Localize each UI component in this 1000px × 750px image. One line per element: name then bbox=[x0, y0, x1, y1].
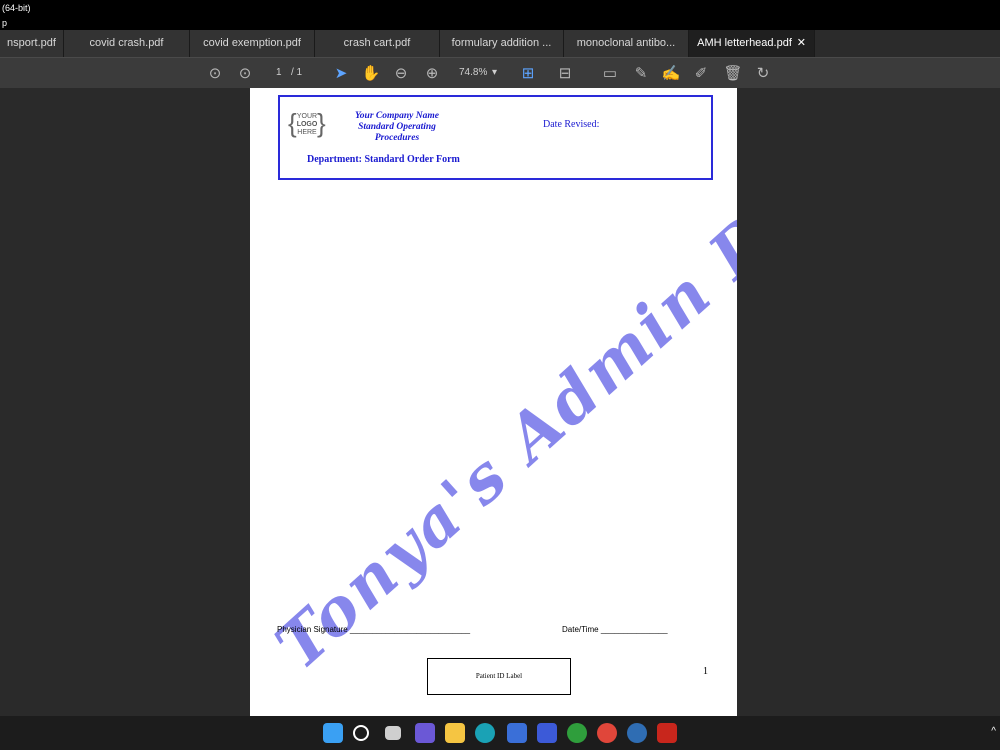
start-icon[interactable] bbox=[323, 723, 343, 743]
tab-label: formulary addition ... bbox=[451, 37, 552, 49]
search-icon[interactable] bbox=[353, 725, 369, 741]
edge-icon[interactable] bbox=[475, 723, 495, 743]
next-page-icon[interactable]: ⊙ bbox=[235, 64, 255, 84]
company-line: Your Company Name bbox=[355, 111, 439, 121]
rotate-icon[interactable]: ↻ bbox=[753, 64, 773, 84]
delete-icon[interactable]: 🗑 bbox=[723, 64, 743, 84]
logo-text: YOUR bbox=[296, 113, 318, 120]
store-icon[interactable] bbox=[507, 723, 527, 743]
company-line: Standard Operating bbox=[358, 122, 436, 132]
watermark: Tonya's Admin Designs bbox=[261, 88, 737, 685]
zoom-out-icon[interactable]: ⊖ bbox=[391, 64, 411, 84]
tab-covid-crash[interactable]: covid crash.pdf bbox=[64, 30, 190, 57]
wordpress-icon[interactable] bbox=[627, 723, 647, 743]
tab-label: monoclonal antibo... bbox=[576, 37, 676, 49]
read-mode-icon[interactable]: ⊟ bbox=[555, 64, 575, 84]
select-arrow-icon[interactable]: ➤ bbox=[331, 64, 351, 84]
close-tab-icon[interactable]: ✕ bbox=[797, 30, 806, 56]
brace-right-icon: } bbox=[317, 108, 326, 138]
highlight-icon[interactable]: ✎ bbox=[631, 64, 651, 84]
tab-monoclonal[interactable]: monoclonal antibo... bbox=[564, 30, 689, 57]
date-revised: Date Revised: bbox=[543, 119, 600, 130]
tab-label: covid exemption.pdf bbox=[203, 37, 301, 49]
date-time-line: Date/Time _______________ bbox=[562, 625, 668, 634]
company-name: Your Company Name Standard Operating Pro… bbox=[342, 111, 452, 144]
tab-label: nsport.pdf bbox=[7, 37, 56, 49]
department-title: Department: Standard Order Form bbox=[307, 154, 460, 165]
letterhead-box: { YOUR LOGO HERE } Your Company Name Sta… bbox=[278, 95, 713, 180]
company-line: Procedures bbox=[374, 133, 420, 143]
chrome-icon[interactable] bbox=[597, 723, 617, 743]
pdf-page: { YOUR LOGO HERE } Your Company Name Sta… bbox=[250, 88, 737, 716]
sign-icon[interactable]: ✍ bbox=[661, 64, 681, 84]
fit-page-icon[interactable]: ⊞ bbox=[518, 64, 538, 84]
acrobat-icon[interactable] bbox=[657, 723, 677, 743]
menu-bar: p bbox=[0, 16, 1000, 30]
physician-signature-line: Physician Signature ____________________… bbox=[277, 625, 471, 634]
chat-icon[interactable] bbox=[415, 723, 435, 743]
edit-icon[interactable]: ✐ bbox=[691, 64, 711, 84]
zoom-level-select[interactable]: 74.8% bbox=[459, 66, 487, 80]
window-title: (64-bit) bbox=[2, 3, 31, 13]
document-viewer[interactable]: { YOUR LOGO HERE } Your Company Name Sta… bbox=[0, 88, 1000, 716]
logo-text: HERE bbox=[297, 129, 317, 136]
file-explorer-icon[interactable] bbox=[445, 723, 465, 743]
page-current-input[interactable]: 1 bbox=[276, 66, 282, 80]
comment-icon[interactable]: ▭ bbox=[600, 64, 620, 84]
tab-label: AMH letterhead.pdf bbox=[697, 37, 792, 49]
window-title-bar: (64-bit) bbox=[0, 0, 1000, 16]
menu-fragment: p bbox=[2, 18, 8, 28]
xbox-icon[interactable] bbox=[567, 723, 587, 743]
chevron-down-icon[interactable]: ▾ bbox=[492, 66, 497, 80]
hand-tool-icon[interactable]: ✋ bbox=[361, 64, 381, 84]
tab-amh-letterhead[interactable]: AMH letterhead.pdf ✕ bbox=[689, 30, 815, 57]
prev-page-icon[interactable]: ⊙ bbox=[205, 64, 225, 84]
pdf-toolbar: ⊙ ⊙ 1 / 1 ➤ ✋ ⊖ ⊕ 74.8% ▾ ⊞ ⊟ ▭ ✎ ✍ ✐ 🗑 … bbox=[0, 57, 1000, 88]
logo-placeholder: { YOUR LOGO HERE } bbox=[288, 108, 326, 139]
tray-chevron-icon[interactable]: ^ bbox=[991, 726, 996, 737]
tab-covid-exemption[interactable]: covid exemption.pdf bbox=[190, 30, 315, 57]
page-total: / 1 bbox=[291, 67, 303, 78]
tab-crash-cart[interactable]: crash cart.pdf bbox=[315, 30, 440, 57]
page-number: 1 bbox=[703, 666, 708, 677]
patient-id-box: Patient ID Label bbox=[427, 658, 571, 695]
zoom-in-icon[interactable]: ⊕ bbox=[422, 64, 442, 84]
tab-formulary-addition[interactable]: formulary addition ... bbox=[440, 30, 564, 57]
tab-label: crash cart.pdf bbox=[343, 37, 411, 49]
tab-nsport[interactable]: nsport.pdf bbox=[0, 30, 64, 57]
taskbar: ^ bbox=[0, 716, 1000, 750]
app-icon[interactable] bbox=[537, 723, 557, 743]
logo-text: LOGO bbox=[296, 121, 318, 128]
tab-bar: nsport.pdf covid crash.pdf covid exempti… bbox=[0, 30, 1000, 57]
tab-label: covid crash.pdf bbox=[89, 37, 164, 49]
task-view-icon[interactable] bbox=[385, 726, 401, 740]
